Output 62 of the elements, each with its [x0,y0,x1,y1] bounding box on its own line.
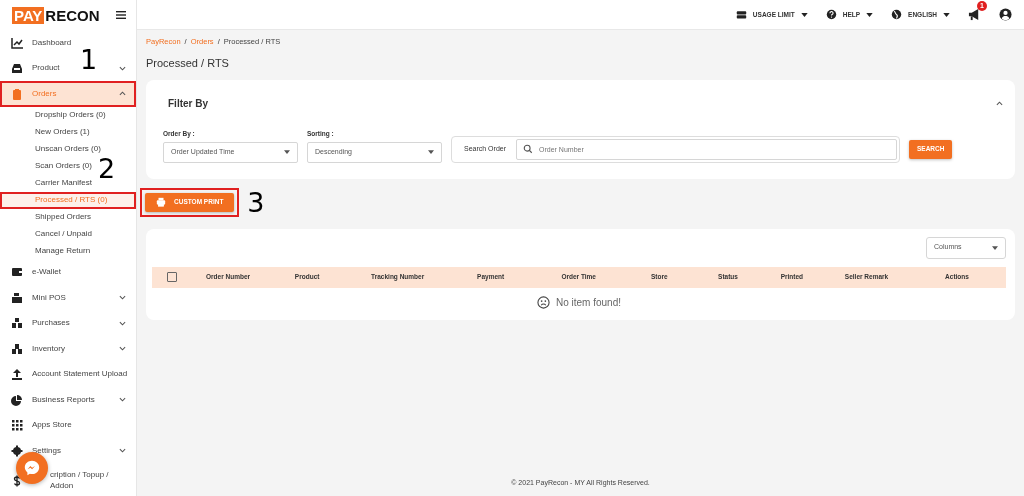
caret-icon [992,245,998,250]
boxes-icon [11,317,23,330]
chevron-down-icon[interactable] [119,295,126,301]
callout-number: 2 [98,155,116,182]
submenu-item[interactable]: Unscan Orders (0) [35,143,101,155]
megaphone-icon[interactable] [968,8,981,21]
pie-chart-icon [11,393,23,406]
user-avatar-icon[interactable] [999,8,1012,21]
sidebar-item[interactable]: Product [32,62,60,75]
caret-icon [943,12,950,17]
sidebar-item[interactable]: Account Statement Upload [32,368,128,381]
chevron-down-icon[interactable] [119,397,126,403]
submenu-item[interactable]: Carrier Manifest [35,177,92,189]
search-icon [523,144,534,154]
chevron-down-icon[interactable] [119,320,126,326]
chevron-up-icon[interactable] [996,100,1003,106]
clipboard-icon [11,87,23,100]
caret-icon [800,12,808,17]
caret-icon [428,150,434,154]
sad-face-icon [536,295,550,309]
submenu-item[interactable]: Cancel / Unpaid [35,228,92,240]
sidebar-item[interactable]: Apps Store [32,419,72,432]
logo: PAY RECON [12,6,100,24]
upload-icon [11,368,23,381]
dollar-icon [11,474,23,487]
sidebar-item[interactable]: Inventory [32,342,65,355]
chat-icon [23,459,41,477]
callout-number: 1 [80,46,98,73]
chevron-up-icon[interactable] [119,91,126,97]
chevron-down-icon[interactable] [119,448,126,454]
settings-icon [11,444,23,457]
sidebar-item[interactable]: cription / Topup / Addon [50,469,124,492]
wallet-icon [11,266,23,279]
menu-icon[interactable] [116,11,126,19]
sidebar-item[interactable]: Business Reports [32,393,95,406]
page-title: Processed / RTS [146,56,230,72]
empty-message: No item found! [555,295,621,310]
sidebar-item[interactable]: Purchases [32,317,70,330]
submenu-item[interactable]: Scan Orders (0) [35,160,92,172]
chevron-down-icon[interactable] [119,65,126,71]
sidebar-item[interactable]: Dashboard [32,36,72,49]
grid-icon [11,419,23,432]
help-icon [825,9,837,20]
server-icon [735,9,747,20]
submenu-item[interactable]: Manage Return [35,245,91,257]
callout-number: 3 [247,188,265,216]
tray-icon [11,62,23,75]
globe-icon [891,9,903,20]
submenu-item[interactable]: Dropship Orders (0) [35,109,106,121]
chart-icon [11,36,23,49]
sidebar-item[interactable]: Mini POS [32,291,66,304]
caret-icon [866,12,874,17]
caret-icon [284,150,290,154]
sidebar-item[interactable]: e-Wallet [32,266,62,279]
cash-register-icon [11,291,23,304]
select-all-checkbox[interactable] [167,272,177,282]
boxes-icon [11,342,23,355]
submenu-item[interactable]: New Orders (1) [35,126,90,138]
filter-title: Filter By [167,96,208,111]
submenu-item[interactable]: Shipped Orders [35,211,92,223]
chevron-down-icon[interactable] [119,346,126,352]
sidebar-item[interactable]: Settings [32,444,61,457]
